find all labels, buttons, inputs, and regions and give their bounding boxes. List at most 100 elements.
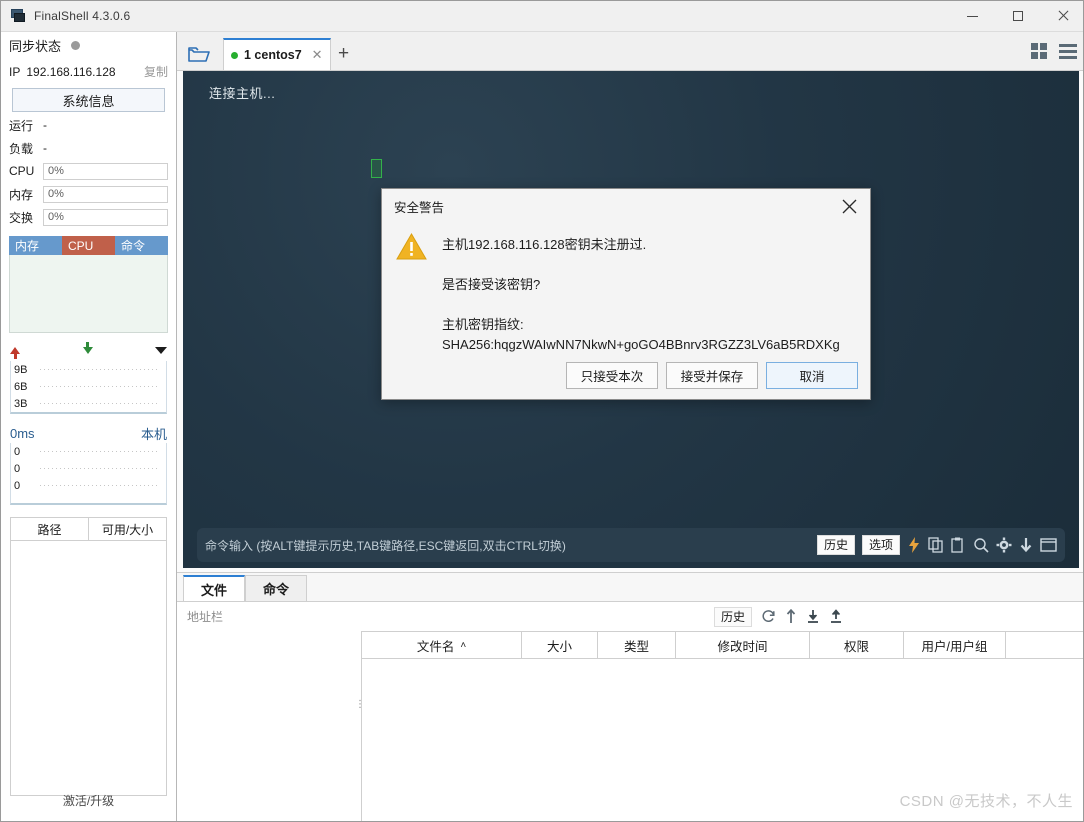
dialog-buttons: 只接受本次 接受并保存 取消 xyxy=(566,362,858,389)
file-history-button[interactable]: 历史 xyxy=(713,606,752,627)
tab-status-dot xyxy=(231,51,238,59)
toolbar-right xyxy=(1031,32,1083,70)
command-input-placeholder: 命令输入 (按ALT键提示历史,TAB键路径,ESC键返回,双击CTRL切换) xyxy=(205,538,566,553)
caret-down-icon[interactable] xyxy=(155,346,167,354)
command-bar-actions: 历史 选项 xyxy=(816,535,1057,555)
watermark-text: CSDN @无技术，不人生 xyxy=(899,793,1073,810)
dialog-fingerprint-label: 主机密钥指纹: xyxy=(442,317,524,332)
swap-row: 交换 0% 0/0 xyxy=(1,207,1083,821)
tab-label: 1 centos7 xyxy=(244,48,302,62)
paste-icon[interactable] xyxy=(951,537,966,553)
tab-command[interactable]: 命令 xyxy=(115,236,168,255)
net-tick-1: 6B xyxy=(14,380,28,393)
process-list-panel[interactable] xyxy=(9,255,168,333)
disk-col-size[interactable]: 可用/大小 xyxy=(88,518,166,540)
refresh-icon[interactable] xyxy=(761,609,776,624)
disk-col-path[interactable]: 路径 xyxy=(11,518,88,540)
memory-usage-bar: 0% 0/0 xyxy=(43,185,1083,821)
gear-icon[interactable] xyxy=(996,537,1012,553)
file-table-header: 文件名 ˄ 大小 类型 修改时间 权限 用户/用户组 xyxy=(362,631,1083,659)
left-sidebar: 同步状态 IP 192.168.116.128 复制 系统信息 运行 - 负载 … xyxy=(1,32,1083,821)
command-options-button[interactable]: 选项 xyxy=(861,535,900,555)
download-icon[interactable] xyxy=(1019,537,1033,553)
minimize-button[interactable] xyxy=(950,1,995,32)
cpu-usage-value: 0% xyxy=(48,165,64,177)
col-filename-label: 文件名 xyxy=(416,639,455,654)
net-tick-2: 3B xyxy=(14,397,28,410)
security-warning-dialog: 安全警告 主机192.168.116.128密钥未注册过. 是否接受该密钥? 主… xyxy=(381,188,871,400)
app-monitor-icon xyxy=(10,8,26,24)
col-type[interactable]: 类型 xyxy=(598,632,676,658)
cpu-row: CPU 0% xyxy=(1,161,176,181)
col-permissions[interactable]: 权限 xyxy=(810,632,904,658)
load-label: 负载 xyxy=(9,141,34,156)
lat-tick-2: 0 xyxy=(14,479,21,492)
load-row: 负载 - xyxy=(1,138,176,158)
cpu-usage-bar: 0% xyxy=(43,162,168,180)
finalshell-window: FinalShell 4.3.0.6 同步状态 IP 192.168.116.1… xyxy=(0,0,1084,822)
col-owner[interactable]: 用户/用户组 xyxy=(904,632,1006,658)
system-info-button[interactable]: 系统信息 xyxy=(12,88,165,112)
disk-table-body xyxy=(10,541,167,796)
command-input-bar[interactable]: 命令输入 (按ALT键提示历史,TAB键路径,ESC键返回,双击CTRL切换) … xyxy=(197,528,1065,562)
accept-and-save-button[interactable]: 接受并保存 xyxy=(666,362,758,389)
tab-files[interactable]: 文件 xyxy=(183,575,245,601)
tab-cpu[interactable]: CPU xyxy=(62,236,115,255)
grid-layout-icon[interactable] xyxy=(1031,43,1047,59)
new-tab-button[interactable]: + xyxy=(331,38,357,70)
lat-tick-1: 0 xyxy=(14,462,21,475)
title-bar: FinalShell 4.3.0.6 xyxy=(1,1,1083,32)
dialog-close-icon[interactable] xyxy=(832,191,866,221)
dialog-message-line1: 主机192.168.116.128密钥未注册过. xyxy=(442,237,647,252)
sync-status-label: 同步状态 xyxy=(9,39,62,54)
search-icon[interactable] xyxy=(973,537,989,553)
runtime-row: 运行 - xyxy=(1,115,176,135)
dialog-title: 安全警告 xyxy=(394,200,445,215)
accept-once-button[interactable]: 只接受本次 xyxy=(566,362,658,389)
download-file-icon[interactable] xyxy=(806,609,820,624)
folder-open-icon[interactable] xyxy=(177,38,221,70)
activate-upgrade-link[interactable]: 激活/升级 xyxy=(1,792,176,809)
latency-graph-header: 0ms 本机 xyxy=(1,423,176,443)
col-filename[interactable]: 文件名 ˄ xyxy=(362,632,522,658)
address-bar-row: 地址栏 历史 xyxy=(177,602,1083,631)
swap-usage-bar: 0% 0/0 xyxy=(43,208,1083,821)
bottom-tab-bar: 文件 命令 xyxy=(177,573,1083,602)
tab-commands[interactable]: 命令 xyxy=(245,575,307,601)
network-graph-header xyxy=(1,339,176,361)
command-history-button[interactable]: 历史 xyxy=(816,535,855,555)
window-title: FinalShell 4.3.0.6 xyxy=(34,9,131,23)
dialog-fingerprint-value: SHA256:hqgzWAIwNN7NkwN+goGO4BBnrv3RGZZ3L… xyxy=(442,337,840,352)
clone-icon[interactable] xyxy=(928,537,944,553)
copy-ip-button[interactable]: 复制 xyxy=(144,63,168,80)
net-tick-0: 9B xyxy=(14,363,28,376)
sort-ascending-icon: ˄ xyxy=(460,639,467,651)
col-size[interactable]: 大小 xyxy=(522,632,598,658)
memory-row: 内存 0% 0/0 xyxy=(1,184,1083,821)
arrow-up-icon xyxy=(10,346,20,359)
bottom-panel: 文件 命令 地址栏 历史 ⋮ 文件名 ˄ 大小 类型 修改时间 权限 用户/用户… xyxy=(177,572,1083,821)
dialog-title-bar: 安全警告 xyxy=(382,189,870,223)
upload-arrow-icon[interactable] xyxy=(785,609,797,624)
cancel-button[interactable]: 取消 xyxy=(766,362,858,389)
window-icon[interactable] xyxy=(1040,538,1057,552)
ip-row: IP 192.168.116.128 复制 xyxy=(1,59,176,84)
tab-close-icon[interactable]: ✕ xyxy=(312,47,323,63)
hamburger-menu-icon[interactable] xyxy=(1059,43,1077,59)
lightning-icon[interactable] xyxy=(907,537,921,553)
dialog-text-block: 主机192.168.116.128密钥未注册过. 是否接受该密钥? 主机密钥指纹… xyxy=(442,229,870,352)
latency-host-label: 本机 xyxy=(140,426,167,442)
ip-label: IP xyxy=(9,64,21,79)
session-tab-bar: 1 centos7 ✕ + xyxy=(177,32,1083,71)
swap-label: 交换 xyxy=(9,210,34,225)
address-bar-input[interactable]: 地址栏 xyxy=(187,608,223,625)
terminal-output: 连接主机... xyxy=(209,86,276,101)
maximize-button[interactable] xyxy=(995,1,1040,32)
col-modified[interactable]: 修改时间 xyxy=(676,632,810,658)
arrow-down-icon xyxy=(82,341,93,354)
tab-memory[interactable]: 内存 xyxy=(9,236,62,255)
session-tab-centos7[interactable]: 1 centos7 ✕ xyxy=(223,38,331,70)
close-button[interactable] xyxy=(1040,1,1083,32)
upload-file-icon[interactable] xyxy=(829,609,843,624)
sync-status-row: 同步状态 xyxy=(1,32,176,59)
